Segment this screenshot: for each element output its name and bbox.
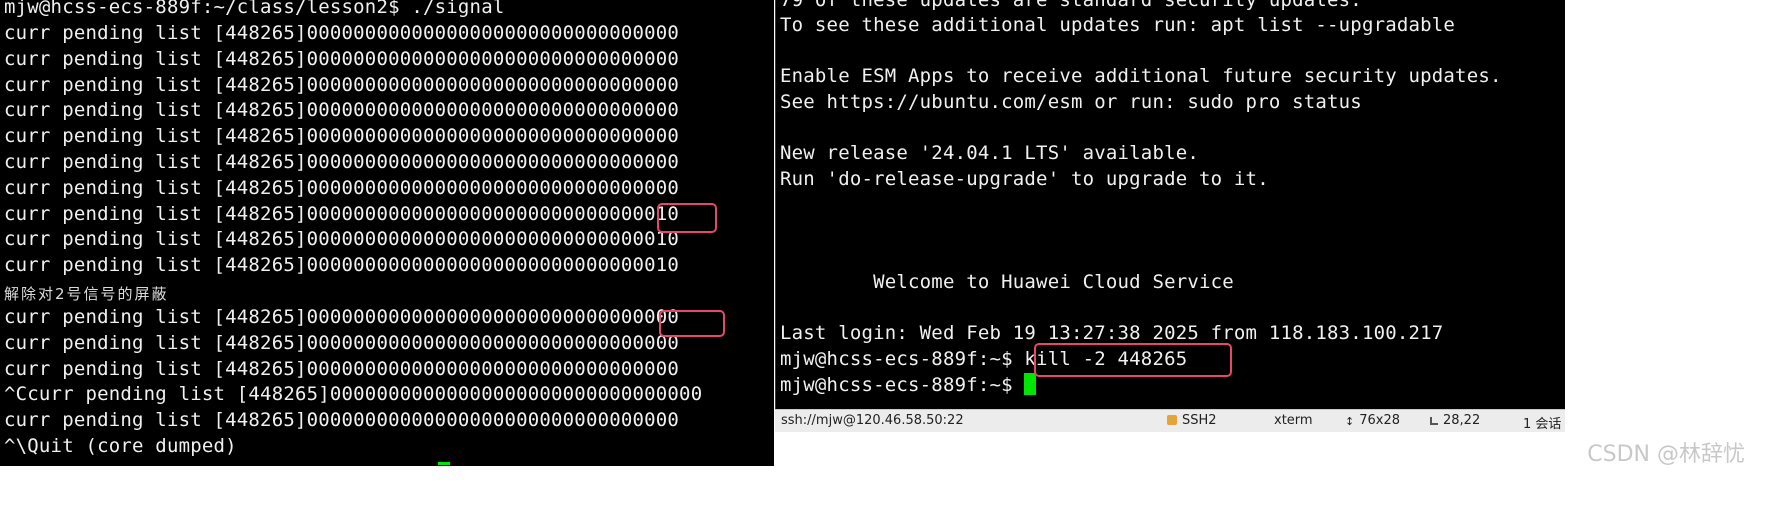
terminal-line: curr pending list [448265]00000000000000… [4,48,680,70]
lock-icon [1167,415,1177,425]
terminal-line: curr pending list [448265]00000000000000… [4,151,680,173]
terminal-type: xterm [1274,413,1313,428]
highlight-box-pending-bit-set [657,203,717,233]
cursor-marker [438,462,450,465]
terminal-line-welcome: Welcome to Huawei Cloud Service [780,271,1234,293]
connection-address: ssh://mjw@120.46.58.50:22 [781,413,964,428]
prompt-text: mjw@hcss-ecs-889f:~$ [780,374,1025,396]
terminal-line: 79 of these updates are standard securit… [780,0,1362,11]
terminal-line-unmask-message: 解除对2号信号的屏蔽 [4,285,169,303]
status-bar: ssh://mjw@120.46.58.50:22 SSH2 xterm ↕ 76… [775,409,1565,432]
terminal-line: mjw@hcss-ecs-889f:~/class/lesson2$ ./sig… [4,0,505,18]
cursor-position: 28,22 [1430,413,1480,428]
left-terminal[interactable]: mjw@hcss-ecs-889f:~/class/lesson2$ ./sig… [0,0,774,466]
terminal-line: curr pending list [448265]00000000000000… [4,409,680,431]
terminal-line: curr pending list [448265]00000000000000… [4,74,680,96]
highlight-box-kill-command [1034,343,1232,377]
watermark: CSDN @林辞忧 [1587,442,1745,467]
terminal-line: curr pending list [448265]00000000000000… [4,125,680,147]
terminal-line: curr pending list [448265]00000000000000… [4,22,680,44]
terminal-line: See https://ubuntu.com/esm or run: sudo … [780,91,1362,113]
terminal-line: ^Ccurr pending list [448265]000000000000… [4,383,703,405]
position-icon [1430,417,1438,425]
terminal-line: New release '24.04.1 LTS' available. [780,142,1200,164]
terminal-line: curr pending list [448265]00000000000000… [4,99,680,121]
right-terminal[interactable]: 79 of these updates are standard securit… [775,0,1565,432]
text-cursor [1024,373,1037,395]
terminal-line: curr pending list [448265]00000000000000… [4,203,680,225]
terminal-line: To see these additional updates run: apt… [780,14,1456,36]
session-count: 1 会话 [1523,417,1562,432]
terminal-line: Enable ESM Apps to receive additional fu… [780,65,1502,87]
terminal-line: curr pending list [448265]00000000000000… [4,228,680,250]
protocol-indicator: SSH2 [1167,413,1217,428]
terminal-line: curr pending list [448265]00000000000000… [4,177,680,199]
terminal-line: curr pending list [448265]00000000000000… [4,306,680,328]
terminal-line: curr pending list [448265]00000000000000… [4,254,680,276]
terminal-line: curr pending list [448265]00000000000000… [4,358,680,380]
highlight-box-pending-bit-cleared [659,310,725,337]
terminal-line: ^\Quit (core dumped) [4,435,237,457]
terminal-line: curr pending list [448265]00000000000000… [4,332,680,354]
terminal-line: Run 'do-release-upgrade' to upgrade to i… [780,168,1269,190]
terminal-line-prompt[interactable]: mjw@hcss-ecs-889f:~$ [780,373,1037,399]
terminal-size: ↕ 76x28 [1345,413,1400,428]
resize-icon: ↕ [1345,415,1355,428]
